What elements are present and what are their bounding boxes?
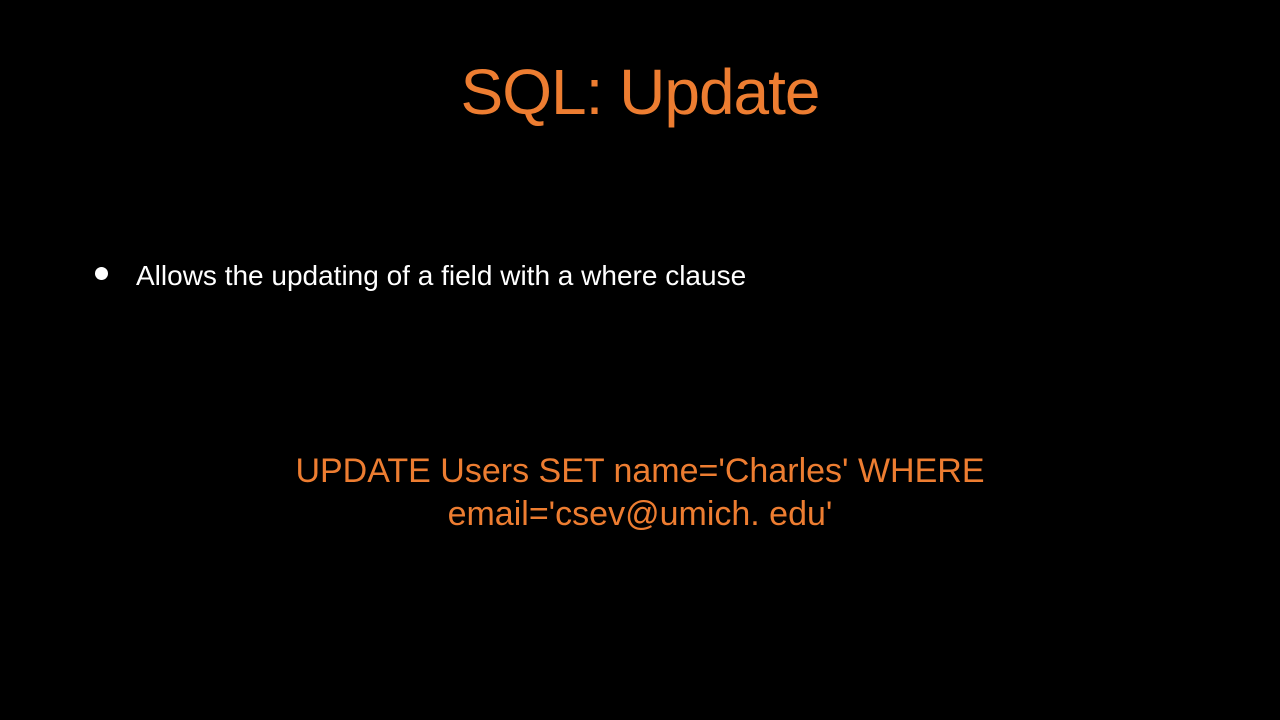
code-line-1: UPDATE Users SET name='Charles' WHERE <box>0 450 1280 493</box>
bullet-text: Allows the updating of a field with a wh… <box>136 260 746 292</box>
slide-container: SQL: Update Allows the updating of a fie… <box>0 0 1280 720</box>
code-example: UPDATE Users SET name='Charles' WHERE em… <box>0 450 1280 535</box>
bullet-item: Allows the updating of a field with a wh… <box>95 260 746 292</box>
code-line-2: email='csev@umich. edu' <box>0 493 1280 536</box>
slide-title: SQL: Update <box>0 0 1280 129</box>
bullet-marker <box>95 267 108 280</box>
